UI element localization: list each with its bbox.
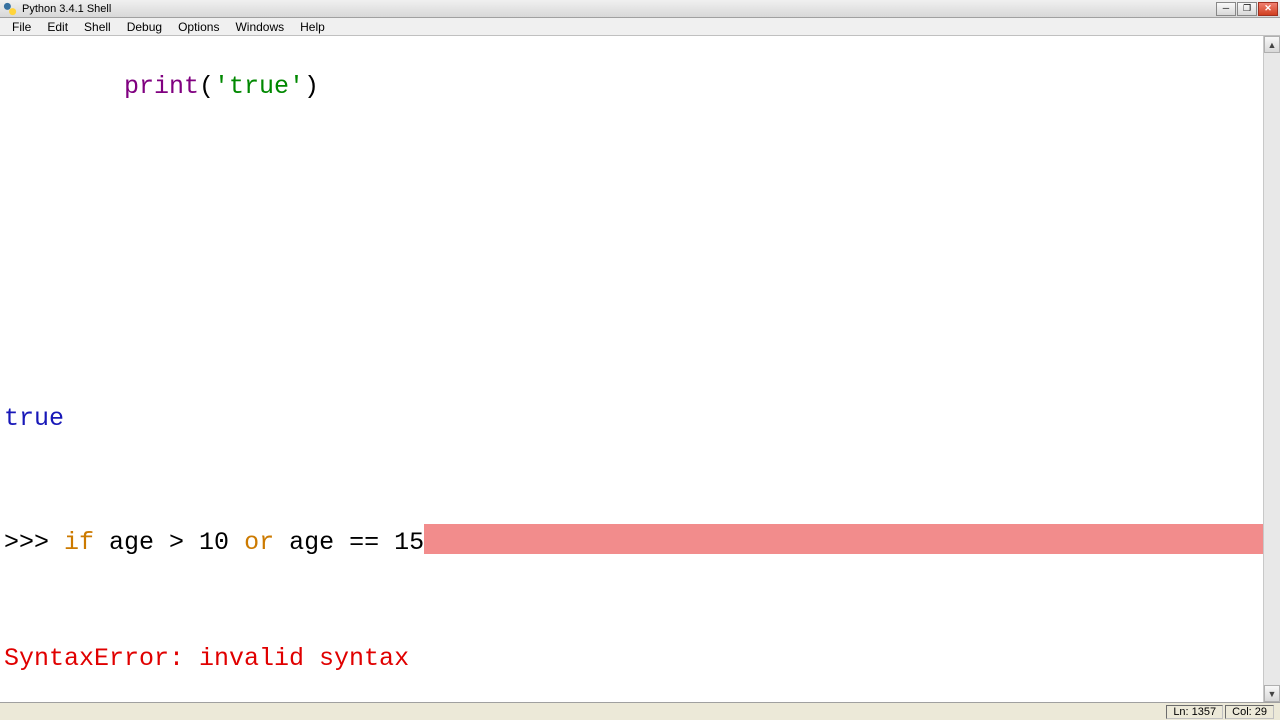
paren-token: ) bbox=[304, 72, 319, 101]
menu-windows[interactable]: Windows bbox=[227, 19, 292, 35]
blank-line bbox=[4, 241, 1263, 264]
ident-token: age bbox=[94, 528, 169, 557]
menu-debug[interactable]: Debug bbox=[119, 19, 170, 35]
keyword-token: if bbox=[64, 528, 94, 557]
menu-file[interactable]: File bbox=[4, 19, 39, 35]
prompt-token: >>> bbox=[4, 528, 64, 557]
menu-options[interactable]: Options bbox=[170, 19, 227, 35]
menu-help[interactable]: Help bbox=[292, 19, 333, 35]
error-highlight bbox=[424, 524, 1263, 554]
builtin-token: print bbox=[124, 72, 199, 101]
close-button[interactable]: ✕ bbox=[1258, 2, 1278, 16]
blank-line bbox=[4, 465, 1263, 488]
stdout-token: true bbox=[4, 404, 64, 433]
python-icon bbox=[2, 1, 18, 17]
maximize-button[interactable]: ❐ bbox=[1237, 2, 1257, 16]
code-line: print('true') bbox=[4, 71, 1263, 102]
blank-line bbox=[4, 188, 1263, 211]
scroll-down-button[interactable]: ▼ bbox=[1264, 685, 1280, 702]
menubar: File Edit Shell Debug Options Windows He… bbox=[0, 18, 1280, 36]
code-line: >>> if age > 10 or age == 15 bbox=[4, 519, 1263, 558]
blank-line bbox=[4, 134, 1263, 157]
window-title: Python 3.4.1 Shell bbox=[22, 3, 1216, 15]
scroll-track[interactable] bbox=[1264, 53, 1280, 685]
status-line: Ln: 1357 bbox=[1166, 705, 1223, 719]
content-area: print('true') true >>> if age > 10 or ag… bbox=[0, 36, 1280, 702]
status-col: Col: 29 bbox=[1225, 705, 1274, 719]
error-token: SyntaxError: invalid syntax bbox=[4, 644, 409, 673]
blank-line bbox=[4, 589, 1263, 612]
paren-token: ( bbox=[199, 72, 214, 101]
output-line: true bbox=[4, 403, 1263, 434]
window-controls: ─ ❐ ✕ bbox=[1216, 2, 1278, 16]
blank-line bbox=[4, 349, 1263, 372]
statusbar: Ln: 1357 Col: 29 bbox=[0, 702, 1280, 720]
error-line: SyntaxError: invalid syntax bbox=[4, 643, 1263, 674]
ident-token: age == 15 bbox=[274, 528, 424, 557]
blank-line bbox=[4, 295, 1263, 318]
shell-editor[interactable]: print('true') true >>> if age > 10 or ag… bbox=[0, 36, 1263, 702]
minimize-button[interactable]: ─ bbox=[1216, 2, 1236, 16]
keyword-token: or bbox=[244, 528, 274, 557]
scroll-up-button[interactable]: ▲ bbox=[1264, 36, 1280, 53]
titlebar: Python 3.4.1 Shell ─ ❐ ✕ bbox=[0, 0, 1280, 18]
op-token: > 10 bbox=[169, 528, 244, 557]
menu-edit[interactable]: Edit bbox=[39, 19, 76, 35]
menu-shell[interactable]: Shell bbox=[76, 19, 119, 35]
vertical-scrollbar[interactable]: ▲ ▼ bbox=[1263, 36, 1280, 702]
string-token: 'true' bbox=[214, 72, 304, 101]
